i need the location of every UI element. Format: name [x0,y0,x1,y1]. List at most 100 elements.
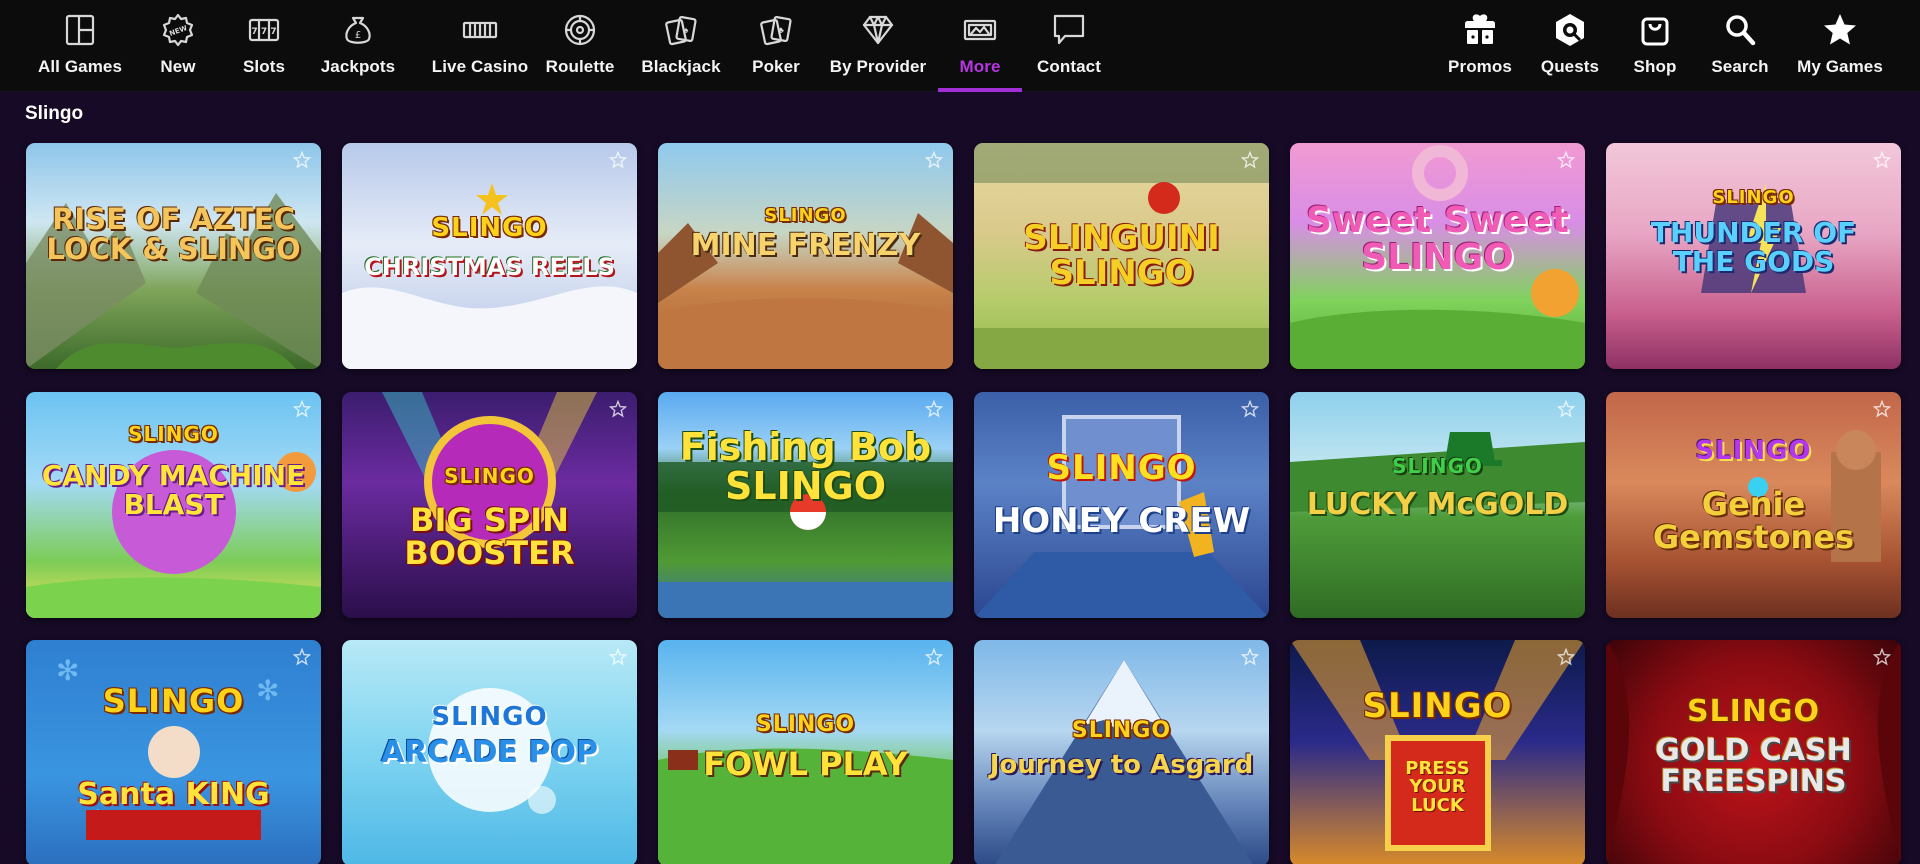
poker-cards-icon: ♣ [756,10,796,50]
nav-quests[interactable]: Quests [1538,0,1602,92]
game-title: RISE OF AZTEC LOCK & SLINGO [46,202,301,266]
nav-more[interactable]: More [938,0,1022,92]
game-title: BIG SPIN BOOSTER [404,501,575,572]
nav-slots[interactable]: 777 Slots [234,0,294,92]
game-tile-candy-machine-blast[interactable]: SLINGO CANDY MACHINE BLAST [26,392,321,618]
favorite-star-icon[interactable] [292,647,312,666]
favorite-star-icon[interactable] [608,647,628,666]
nav-search[interactable]: Search [1710,0,1770,92]
svg-text:7: 7 [251,27,257,37]
game-title: HONEY CREW [992,501,1251,541]
favorite-star-icon[interactable] [1556,647,1576,666]
game-tile-arcade-pop[interactable]: SLINGO ARCADE POP [342,640,637,864]
blackjack-cards-icon: ♠ [661,10,701,50]
game-tile-genie-gemstones[interactable]: SLINGO Genie Gemstones [1606,392,1901,618]
diamond-icon [858,10,898,50]
game-tile-slinguini-slingo[interactable]: SLINGUINI SLINGO [974,143,1269,369]
nav-poker[interactable]: ♣ Poker [746,0,806,92]
game-tile-thunder-of-the-gods[interactable]: SLINGO THUNDER OF THE GODS [1606,143,1901,369]
nav-label: New [160,57,196,76]
nav-by-provider[interactable]: By Provider [830,0,926,92]
game-tile-mine-frenzy[interactable]: SLINGO MINE FRENZY [658,143,953,369]
game-title: MINE FRENZY [690,228,921,263]
favorite-star-icon[interactable] [1556,150,1576,169]
nav-jackpots[interactable]: £ Jackpots [318,0,398,92]
star-icon [1820,10,1860,50]
nav-label: Slots [242,57,286,76]
nav-label: By Provider [829,57,927,76]
game-brand: SLINGO [431,702,548,732]
game-brand: SLINGO [102,682,245,720]
favorite-star-icon[interactable] [924,399,944,418]
section-title: Slingo [25,103,84,124]
game-tile-fishing-bob-slingo[interactable]: Fishing Bob SLINGO [658,392,953,618]
game-tile-fowl-play[interactable]: SLINGO FOWL PLAY [658,640,953,864]
game-tile-honey-crew[interactable]: SLINGO HONEY CREW [974,392,1269,618]
nav-label: Shop [1633,57,1677,76]
game-title: GOLD CASH FREESPINS [1655,733,1852,799]
svg-text:NEW: NEW [168,24,188,38]
nav-label: Live Casino [431,57,529,76]
game-tile-sweet-sweet-slingo[interactable]: Sweet Sweet SLINGO [1290,143,1585,369]
game-brand: SLINGO [1071,718,1172,743]
nav-my-games[interactable]: My Games [1797,0,1883,92]
game-tile-santa-king[interactable]: ✻ ✻ ✻ SLINGO Santa KING [26,640,321,864]
nav-live-casino[interactable]: Live Casino [422,0,538,92]
favorite-star-icon[interactable] [1556,399,1576,418]
favorite-star-icon[interactable] [1240,150,1260,169]
game-title: SLINGUINI SLINGO [1023,218,1220,293]
nav-shop[interactable]: Shop [1630,0,1680,92]
game-title: THUNDER OF THE GODS [1650,216,1857,278]
game-title: CHRISTMAS REELS [364,253,615,281]
nav-label: Blackjack [641,57,721,76]
favorite-star-icon[interactable] [924,647,944,666]
game-tile-journey-to-asgard[interactable]: SLINGO Journey to Asgard [974,640,1269,864]
game-tile-press-your-luck[interactable]: SLINGO PRESS YOUR LUCK [1290,640,1585,864]
favorite-star-icon[interactable] [608,150,628,169]
nav-label: All Games [37,57,123,76]
favorite-star-icon[interactable] [292,399,312,418]
game-tile-big-spin-booster[interactable]: SLINGO BIG SPIN BOOSTER [342,392,637,618]
favorite-star-icon[interactable] [1240,647,1260,666]
svg-text:7: 7 [270,27,276,37]
game-brand: SLINGO [128,422,219,446]
live-casino-icon [460,10,500,50]
game-tile-rise-of-aztec[interactable]: RISE OF AZTEC LOCK & SLINGO [26,143,321,369]
favorite-star-icon[interactable] [608,399,628,418]
game-title: ARCADE POP [381,735,598,770]
game-title: CANDY MACHINE BLAST [41,459,306,521]
favorite-star-icon[interactable] [924,150,944,169]
game-title: FOWL PLAY [703,745,908,783]
nav-label: Jackpots [320,57,396,76]
game-tile-gold-cash-freespins[interactable]: SLINGO GOLD CASH FREESPINS [1606,640,1901,864]
shopping-bag-icon [1635,10,1675,50]
nav-roulette[interactable]: Roulette [544,0,616,92]
nav-contact[interactable]: Contact [1036,0,1102,92]
game-title: Fishing Bob SLINGO [679,425,932,508]
slot-reels-icon: 777 [244,10,284,50]
game-brand: SLINGO [1046,448,1197,488]
nav-label: Poker [752,57,800,76]
game-title: Sweet Sweet SLINGO [1306,200,1569,278]
game-brand: SLINGO [1392,454,1483,478]
game-title: Genie Gemstones [1652,485,1855,556]
nav-all-games[interactable]: All Games [34,0,126,92]
favorite-star-icon[interactable] [1872,647,1892,666]
nav-blackjack[interactable]: ♠ Blackjack [640,0,722,92]
game-title: PRESS YOUR LUCK [1405,758,1470,816]
game-tile-christmas-reels[interactable]: SLINGO CHRISTMAS REELS [342,143,637,369]
grid-icon [60,10,100,50]
game-brand: SLINGO [764,205,847,226]
nav-new[interactable]: NEW New [150,0,206,92]
nav-label: Roulette [545,57,615,76]
favorite-star-icon[interactable] [1872,150,1892,169]
favorite-star-icon[interactable] [1240,399,1260,418]
game-tile-lucky-mcgold[interactable]: SLINGO LUCKY McGOLD [1290,392,1585,618]
game-brand: SLINGO [1362,686,1513,726]
scene-art [1290,640,1585,851]
favorite-star-icon[interactable] [1872,399,1892,418]
nav-promos[interactable]: Promos [1446,0,1514,92]
game-title: LUCKY McGOLD [1306,487,1569,522]
game-brand: SLINGO [444,464,535,488]
favorite-star-icon[interactable] [292,150,312,169]
